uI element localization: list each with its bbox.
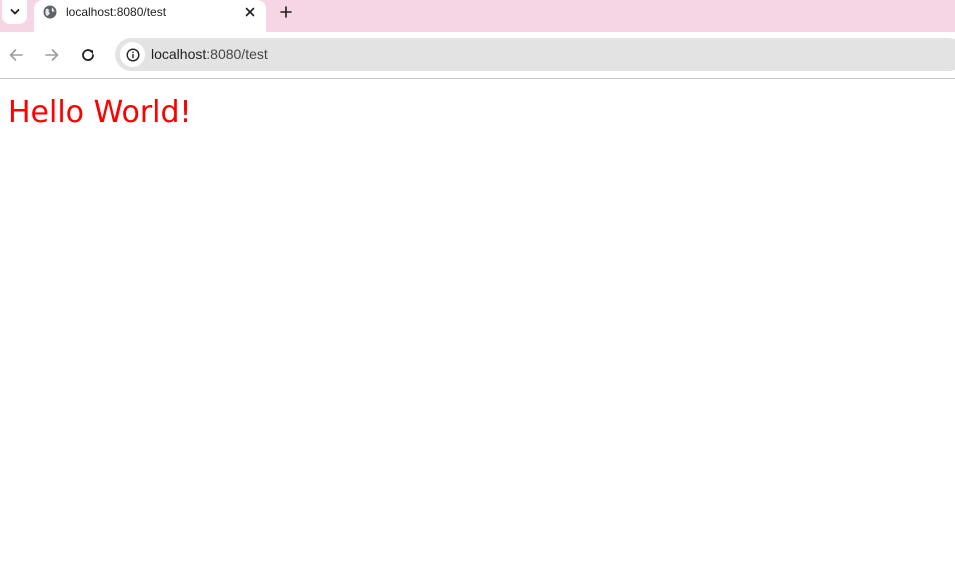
arrow-left-icon xyxy=(9,49,23,61)
forward-button[interactable] xyxy=(42,45,62,65)
browser-toolbar: localhost:8080/test xyxy=(0,32,955,79)
address-bar[interactable]: localhost:8080/test xyxy=(115,38,955,71)
tab-close-button[interactable] xyxy=(242,4,258,20)
chevron-down-icon xyxy=(10,9,19,15)
site-info-button[interactable] xyxy=(120,42,145,67)
new-tab-button[interactable] xyxy=(276,2,296,22)
arrow-right-icon xyxy=(45,49,59,61)
url-path: :8080/test xyxy=(206,46,268,62)
back-button[interactable] xyxy=(6,45,26,65)
tab-strip: localhost:8080/test xyxy=(0,0,955,32)
tab-active[interactable]: localhost:8080/test xyxy=(34,0,266,32)
reload-button[interactable] xyxy=(78,45,98,65)
info-icon xyxy=(125,47,140,62)
plus-icon xyxy=(280,6,292,18)
tab-search-button[interactable] xyxy=(2,0,27,24)
tab-title: localhost:8080/test xyxy=(66,5,167,19)
hello-heading: Hello World! xyxy=(8,95,192,130)
reload-icon xyxy=(82,49,94,61)
globe-icon xyxy=(43,5,57,19)
url-text[interactable]: localhost:8080/test xyxy=(151,46,268,62)
close-icon xyxy=(245,7,255,17)
page-content: Hello World! xyxy=(0,79,955,562)
url-host: localhost xyxy=(151,46,207,62)
